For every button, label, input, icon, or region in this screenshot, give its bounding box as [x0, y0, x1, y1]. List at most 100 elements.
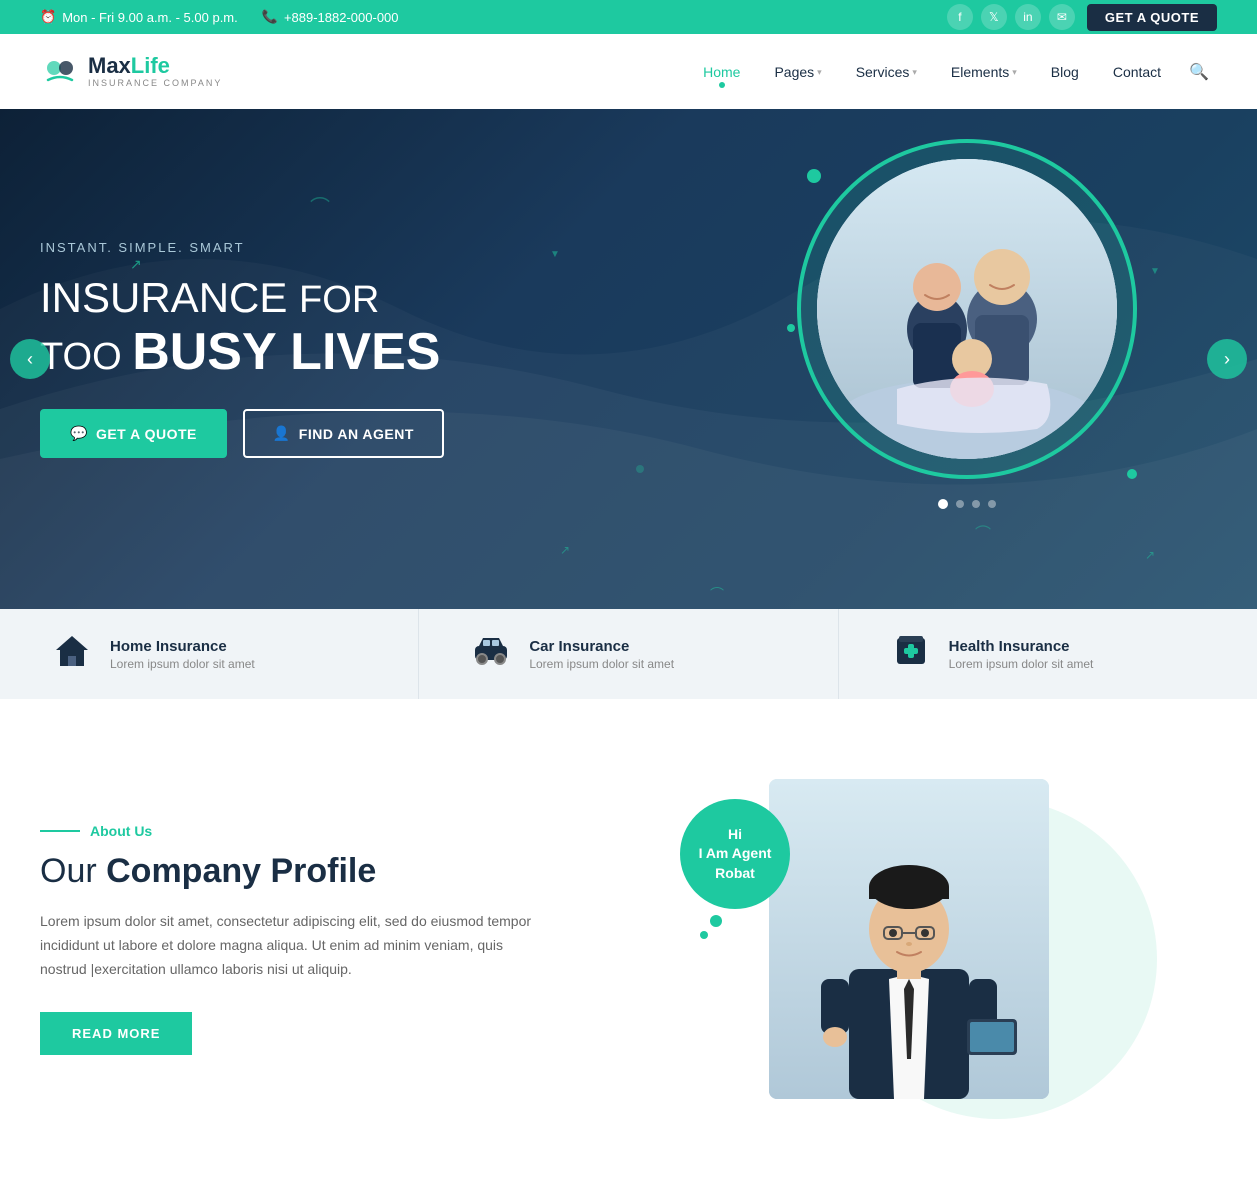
hero-find-agent-button[interactable]: 👤 FIND AN AGENT [243, 409, 444, 458]
slider-dot[interactable] [972, 500, 980, 508]
agent-image [769, 779, 1049, 1099]
insurance-home: Home Insurance Lorem ipsum dolor sit ame… [0, 609, 419, 699]
slider-next-button[interactable]: › [1207, 339, 1247, 379]
slider-dots [797, 499, 1137, 509]
hero-title: INSURANCE FOR TOO BUSY LIVES [40, 267, 444, 381]
deco-dot [807, 169, 821, 183]
svg-text:▼: ▼ [550, 249, 560, 260]
slider-prev-button[interactable]: ‹ [10, 339, 50, 379]
logo-text: MaxLife INSURANCE COMPANY [88, 54, 222, 88]
chat-icon: 💬 [70, 425, 88, 442]
home-icon [50, 628, 94, 681]
facebook-icon[interactable]: f [947, 4, 973, 30]
about-description: Lorem ipsum dolor sit amet, consectetur … [40, 910, 540, 981]
logo-icon [40, 52, 80, 92]
health-icon [889, 628, 933, 681]
phone-icon: 📞 [262, 9, 278, 25]
insurance-strip: Home Insurance Lorem ipsum dolor sit ame… [0, 609, 1257, 699]
svg-text:⌒: ⌒ [975, 525, 991, 543]
agent-speech-bubble: Hi I Am Agent Robat [680, 799, 790, 909]
about-line-decoration [40, 830, 80, 832]
chevron-down-icon: ▾ [817, 67, 822, 78]
hero-title-line2: TOO BUSY LIVES [40, 323, 440, 381]
hero-content: INSTANT. SIMPLE. SMART INSURANCE FOR TOO… [40, 240, 444, 458]
navbar: MaxLife INSURANCE COMPANY Home Pages ▾ S… [0, 34, 1257, 109]
iam-text: I Am Agent [699, 844, 772, 864]
family-illustration [817, 159, 1117, 459]
speech-dot-small [700, 931, 708, 939]
nav-elements[interactable]: Elements ▾ [937, 56, 1031, 88]
clock-icon: ⏰ [40, 9, 56, 25]
about-title-normal: Our [40, 852, 106, 890]
hero-buttons: 💬 GET A QUOTE 👤 FIND AN AGENT [40, 409, 444, 458]
person-icon: 👤 [273, 425, 291, 442]
hours-text: Mon - Fri 9.00 a.m. - 5.00 p.m. [62, 10, 238, 25]
phone-text: +889-1882-000-000 [284, 10, 399, 25]
about-agent: Hi I Am Agent Robat [600, 779, 1217, 1099]
slider-dot[interactable] [956, 500, 964, 508]
about-label-text: About Us [90, 823, 152, 839]
logo-max: Max [88, 53, 131, 78]
about-title: Our Company Profile [40, 851, 540, 892]
car-insurance-desc: Lorem ipsum dolor sit amet [529, 657, 674, 671]
nav-home[interactable]: Home [689, 56, 754, 88]
search-icon[interactable]: 🔍 [1181, 54, 1217, 90]
read-more-button[interactable]: READ MORE [40, 1012, 192, 1055]
insurance-health: Health Insurance Lorem ipsum dolor sit a… [839, 609, 1257, 699]
svg-text:↗: ↗ [560, 543, 570, 557]
get-quote-button[interactable]: GET A QUOTE [1087, 4, 1217, 31]
twitter-icon[interactable]: 𝕏 [981, 4, 1007, 30]
car-insurance-text: Car Insurance Lorem ipsum dolor sit amet [529, 638, 674, 671]
agent-illustration [769, 779, 1049, 1099]
svg-text:⌒: ⌒ [710, 586, 724, 602]
about-title-bold: Company Profile [106, 852, 376, 890]
hero-title-line1: INSURANCE FOR [40, 266, 379, 324]
nav-pages[interactable]: Pages ▾ [760, 56, 835, 88]
chevron-down-icon: ▾ [912, 67, 917, 78]
hero-image [797, 139, 1137, 509]
top-bar: ⏰ Mon - Fri 9.00 a.m. - 5.00 p.m. 📞 +889… [0, 0, 1257, 34]
car-icon [469, 628, 513, 681]
hero-tagline: INSTANT. SIMPLE. SMART [40, 240, 444, 255]
about-content: About Us Our Company Profile Lorem ipsum… [40, 823, 540, 1054]
logo-life: Life [131, 53, 170, 78]
phone-info: 📞 +889-1882-000-000 [262, 9, 399, 25]
agent-name-text: Robat [715, 864, 755, 884]
health-insurance-title: Health Insurance [949, 638, 1094, 655]
home-insurance-text: Home Insurance Lorem ipsum dolor sit ame… [110, 638, 255, 671]
insurance-car: Car Insurance Lorem ipsum dolor sit amet [419, 609, 838, 699]
top-bar-left: ⏰ Mon - Fri 9.00 a.m. - 5.00 p.m. 📞 +889… [40, 9, 399, 25]
svg-text:⌒: ⌒ [310, 196, 330, 219]
health-insurance-desc: Lorem ipsum dolor sit amet [949, 657, 1094, 671]
nav-links: Home Pages ▾ Services ▾ Elements ▾ Blog … [689, 54, 1217, 90]
slider-dot-active[interactable] [938, 499, 948, 509]
nav-services[interactable]: Services ▾ [842, 56, 931, 88]
office-hours: ⏰ Mon - Fri 9.00 a.m. - 5.00 p.m. [40, 9, 238, 25]
slider-dot[interactable] [988, 500, 996, 508]
deco-dot [787, 324, 795, 332]
speech-dot [710, 915, 722, 927]
family-photo-circle [797, 139, 1137, 479]
greeting-text: Hi [728, 825, 742, 845]
nav-blog[interactable]: Blog [1037, 56, 1093, 88]
hero-get-quote-button[interactable]: 💬 GET A QUOTE [40, 409, 227, 458]
deco-dot [1127, 469, 1137, 479]
chevron-down-icon: ▾ [1012, 67, 1017, 78]
svg-text:▼: ▼ [1150, 266, 1160, 277]
family-photo [817, 159, 1117, 459]
nav-contact[interactable]: Contact [1099, 56, 1175, 88]
logo[interactable]: MaxLife INSURANCE COMPANY [40, 52, 222, 92]
about-section: About Us Our Company Profile Lorem ipsum… [0, 699, 1257, 1179]
top-bar-right: f 𝕏 in ✉ GET A QUOTE [947, 4, 1217, 31]
hero-section: ↗ ▼ ⌒ ↗ ▼ ⌒ ▼ ↗ ⌒ ‹ INSTANT. SIMPLE. SMA… [0, 109, 1257, 609]
social-links: f 𝕏 in ✉ [947, 4, 1075, 30]
home-insurance-title: Home Insurance [110, 638, 255, 655]
svg-text:↗: ↗ [1145, 548, 1155, 562]
about-label: About Us [40, 823, 540, 839]
health-insurance-text: Health Insurance Lorem ipsum dolor sit a… [949, 638, 1094, 671]
linkedin-icon[interactable]: in [1015, 4, 1041, 30]
car-insurance-title: Car Insurance [529, 638, 674, 655]
email-icon[interactable]: ✉ [1049, 4, 1075, 30]
home-insurance-desc: Lorem ipsum dolor sit amet [110, 657, 255, 671]
logo-subtitle: INSURANCE COMPANY [88, 79, 222, 89]
